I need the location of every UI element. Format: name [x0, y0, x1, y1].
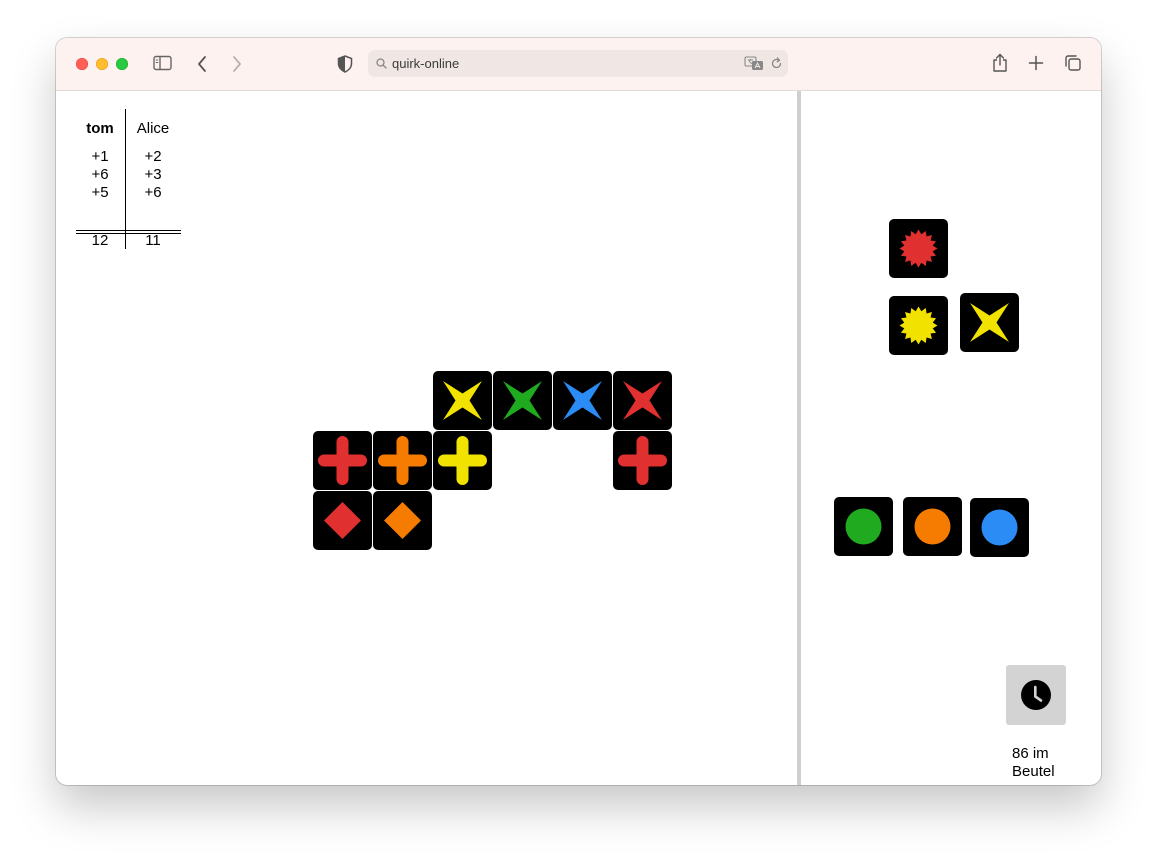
share-icon[interactable]	[992, 53, 1008, 73]
diamond-icon	[324, 502, 361, 539]
tab-overview-icon[interactable]	[1064, 54, 1082, 72]
tile-red-diamond[interactable]	[313, 491, 372, 550]
score-column-tom: +1 +6 +5	[76, 148, 124, 202]
tile-yellow-cross[interactable]	[433, 431, 492, 490]
tile-yellow-starburst[interactable]	[889, 296, 948, 355]
score-table-divider	[125, 109, 126, 249]
player-name-tom: tom	[86, 120, 114, 137]
shield-icon[interactable]	[337, 55, 353, 73]
tile-red-cross[interactable]	[313, 431, 372, 490]
round-score: +3	[144, 166, 162, 183]
browser-window: quirk-online tom Alice +1 +6 +5 +2 +3 +6…	[56, 38, 1101, 785]
star4-icon	[443, 381, 482, 420]
cross-icon	[618, 436, 667, 485]
tile-yellow-star4[interactable]	[433, 371, 492, 430]
star4-icon	[970, 303, 1009, 342]
url-text: quirk-online	[392, 56, 460, 71]
star4-icon	[623, 381, 662, 420]
tile-orange-circle[interactable]	[903, 497, 962, 556]
bag-count-label: 86 im Beutel	[1012, 745, 1055, 780]
tile-blue-circle[interactable]	[970, 498, 1029, 557]
round-score: +6	[144, 184, 162, 201]
circle-icon	[845, 508, 882, 545]
star4-icon	[563, 381, 602, 420]
starburst-icon	[899, 306, 938, 345]
tile-green-star4[interactable]	[493, 371, 552, 430]
star4-icon	[503, 381, 542, 420]
new-tab-icon[interactable]	[1028, 55, 1044, 71]
zoom-window-button[interactable]	[116, 58, 128, 70]
round-score: +5	[91, 184, 109, 201]
browser-toolbar: quirk-online	[56, 38, 1101, 91]
tile-orange-cross[interactable]	[373, 431, 432, 490]
total-score-alice: 11	[145, 232, 161, 249]
forward-icon[interactable]	[231, 55, 243, 73]
back-icon[interactable]	[196, 55, 208, 73]
minimize-window-button[interactable]	[96, 58, 108, 70]
circle-icon	[981, 509, 1018, 546]
search-icon	[376, 58, 387, 69]
draw-tiles-button[interactable]	[1006, 665, 1066, 725]
sidebar-icon[interactable]	[153, 55, 172, 71]
cross-icon	[378, 436, 427, 485]
address-bar[interactable]: quirk-online	[368, 50, 788, 77]
close-window-button[interactable]	[76, 58, 88, 70]
reload-icon[interactable]	[770, 57, 783, 70]
score-total-line	[76, 230, 181, 231]
starburst-icon	[899, 229, 938, 268]
round-score: +2	[144, 148, 162, 165]
tile-red-starburst[interactable]	[889, 219, 948, 278]
round-score: +6	[91, 166, 109, 183]
round-score: +1	[91, 148, 109, 165]
tile-red-star4[interactable]	[613, 371, 672, 430]
cross-icon	[438, 436, 487, 485]
tile-green-circle[interactable]	[834, 497, 893, 556]
tile-yellow-star4[interactable]	[960, 293, 1019, 352]
total-score-tom: 12	[91, 232, 109, 249]
player-name-alice: Alice	[136, 120, 170, 137]
tile-orange-diamond[interactable]	[373, 491, 432, 550]
tile-red-cross[interactable]	[613, 431, 672, 490]
clock-icon	[1021, 680, 1051, 710]
score-column-alice: +2 +3 +6	[129, 148, 177, 202]
cross-icon	[318, 436, 367, 485]
game-page: tom Alice +1 +6 +5 +2 +3 +6 12 11 86 im …	[56, 91, 1101, 785]
score-table: tom Alice +1 +6 +5 +2 +3 +6 12 11	[76, 109, 182, 249]
panel-divider	[797, 91, 801, 785]
circle-icon	[914, 508, 951, 545]
diamond-icon	[384, 502, 421, 539]
translate-icon[interactable]	[744, 56, 764, 71]
tile-blue-star4[interactable]	[553, 371, 612, 430]
